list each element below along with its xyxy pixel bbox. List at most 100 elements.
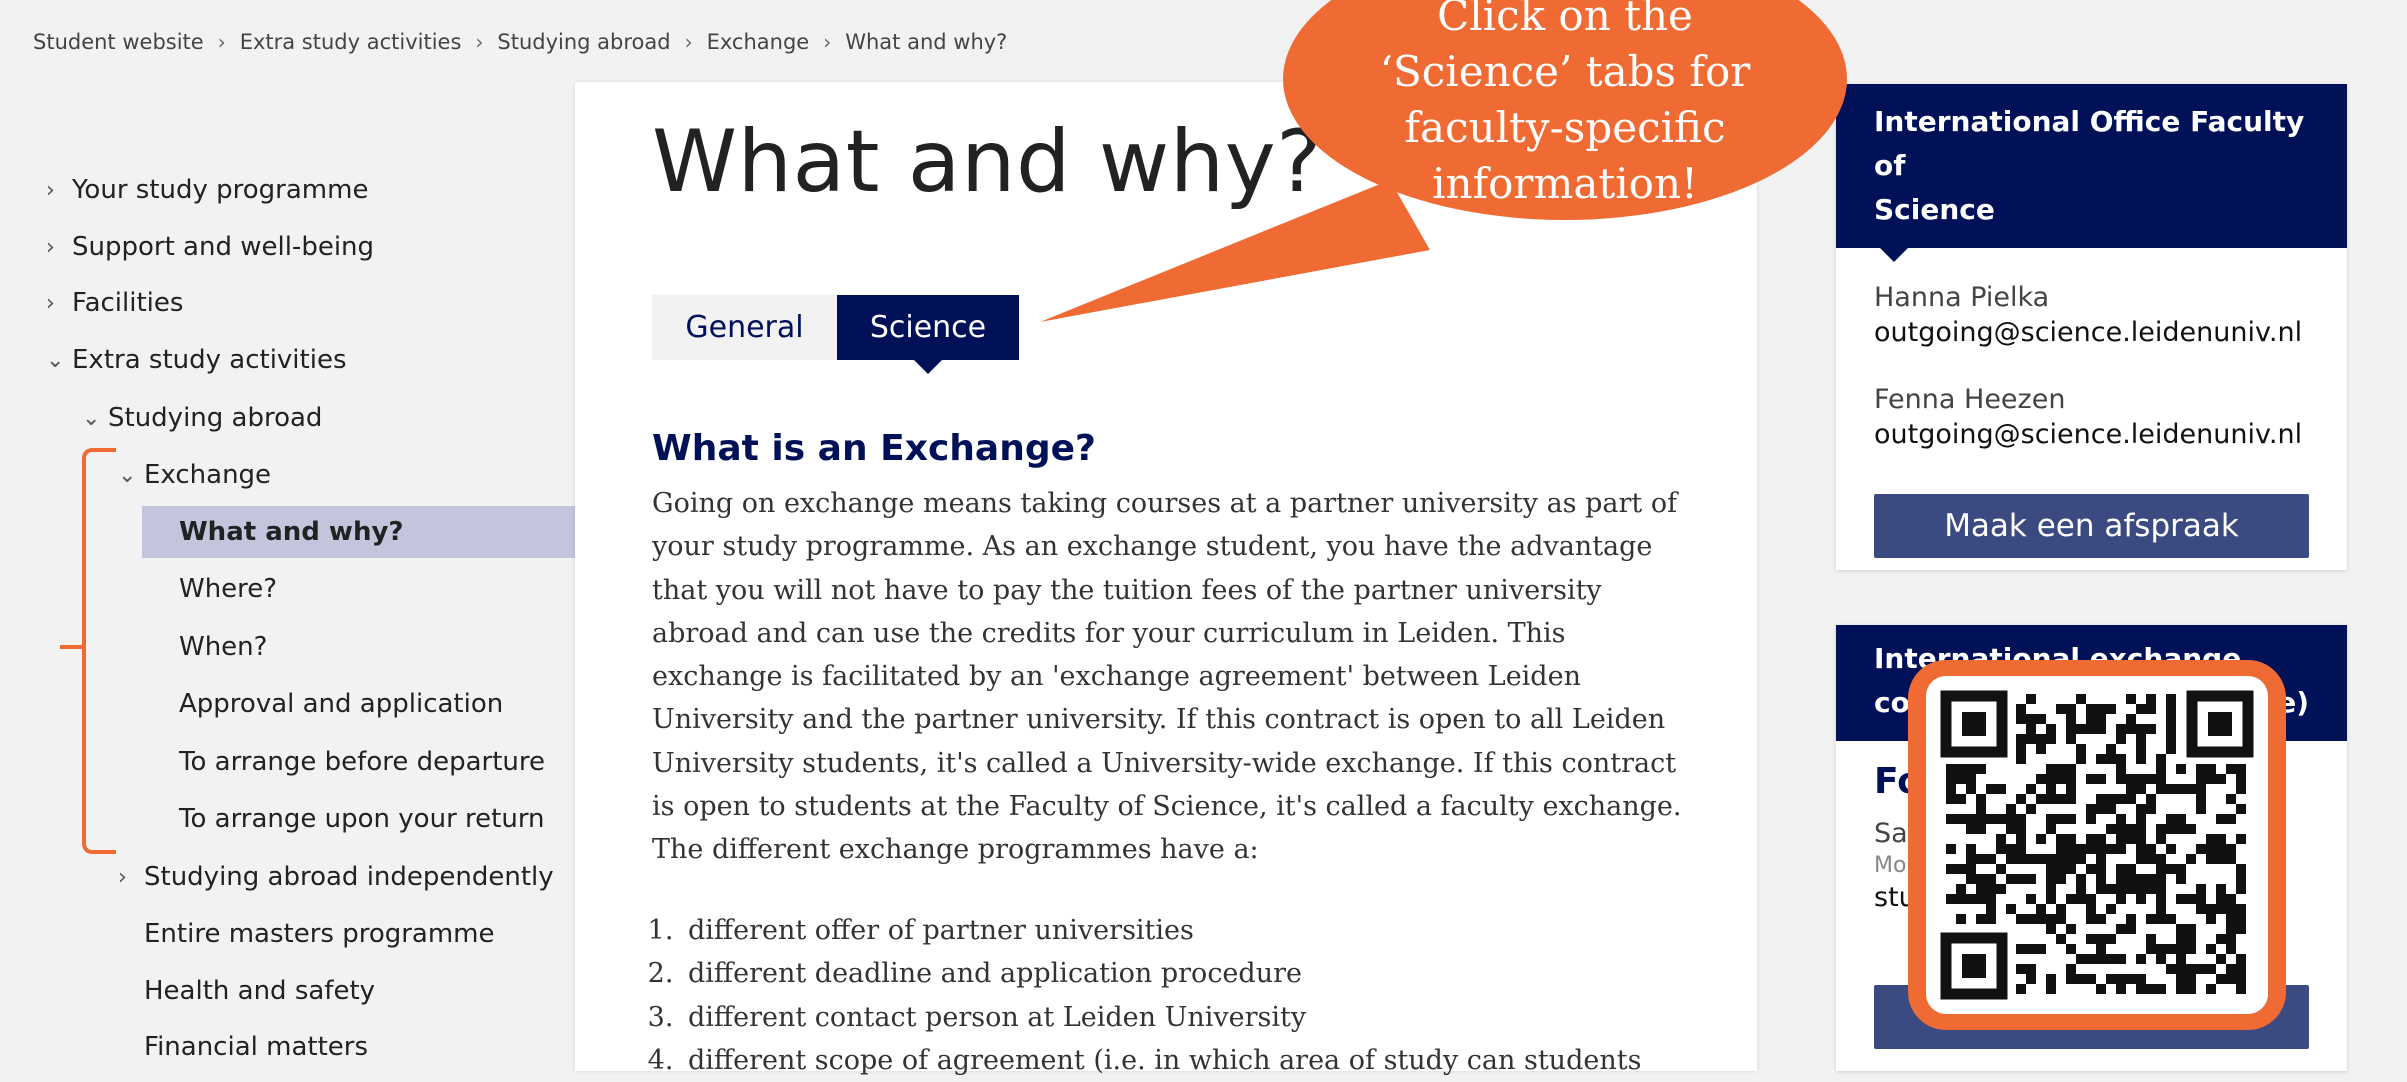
- qr-module: [2176, 814, 2186, 824]
- sidebar-item-upon-return[interactable]: To arrange upon your return: [179, 793, 545, 845]
- qr-module: [2026, 964, 2036, 974]
- qr-module: [2176, 974, 2186, 984]
- sidebar-item-support[interactable]: › Support and well-being: [46, 221, 374, 273]
- qr-module: [2036, 914, 2046, 924]
- qr-module: [2056, 704, 2066, 714]
- sidebar-item-label: To arrange before departure: [179, 747, 546, 777]
- qr-module: [2076, 884, 2086, 894]
- qr-module: [2016, 834, 2026, 844]
- qr-module: [2116, 764, 2126, 774]
- qr-module: [2136, 774, 2146, 784]
- sidebar-item-where[interactable]: Where?: [179, 563, 277, 615]
- sidebar-item-your-study-programme[interactable]: › Your study programme: [46, 164, 368, 216]
- qr-module: [2006, 904, 2016, 914]
- qr-module: [2006, 824, 2016, 834]
- qr-module: [2136, 704, 2146, 714]
- qr-module: [2126, 794, 2136, 804]
- qr-module: [2036, 904, 2046, 914]
- sidebar-item-label: To arrange upon your return: [179, 804, 545, 834]
- qr-module: [2156, 824, 2166, 834]
- qr-module: [2236, 784, 2246, 794]
- qr-module: [2236, 874, 2246, 884]
- breadcrumb-item[interactable]: Studying abroad: [497, 30, 670, 54]
- qr-module: [2166, 864, 2176, 874]
- qr-module: [2146, 934, 2156, 944]
- annotation-bracket: [82, 448, 116, 854]
- qr-module: [2046, 974, 2056, 984]
- qr-module: [2146, 704, 2156, 714]
- qr-module: [2216, 904, 2226, 914]
- qr-module: [2086, 954, 2096, 964]
- breadcrumb-item[interactable]: Student website: [33, 30, 204, 54]
- sidebar-item-health-safety[interactable]: Health and safety: [144, 965, 375, 1017]
- qr-module: [2146, 694, 2156, 704]
- qr-module: [1976, 914, 1986, 924]
- qr-module: [1946, 814, 1956, 824]
- qr-module: [2156, 984, 2166, 994]
- breadcrumb-item[interactable]: Extra study activities: [240, 30, 462, 54]
- breadcrumb-item[interactable]: Exchange: [707, 30, 810, 54]
- qr-module: [2136, 854, 2146, 864]
- qr-module: [2176, 954, 2186, 964]
- qr-module: [2116, 894, 2126, 904]
- qr-module: [2066, 794, 2076, 804]
- qr-module: [1966, 824, 1976, 834]
- sidebar-item-when[interactable]: When?: [179, 621, 267, 673]
- qr-module: [2216, 854, 2226, 864]
- contact-name: Hanna Pielka: [1874, 282, 2050, 313]
- sidebar-item-label: Support and well-being: [72, 232, 375, 262]
- qr-module: [1966, 874, 1976, 884]
- qr-module: [2046, 734, 2056, 744]
- qr-module: [2046, 724, 2056, 734]
- qr-module: [2016, 794, 2026, 804]
- qr-module: [2226, 944, 2236, 954]
- tab-general[interactable]: General: [652, 295, 837, 360]
- qr-module: [1976, 884, 1986, 894]
- qr-module: [2096, 704, 2106, 714]
- qr-module: [2136, 884, 2146, 894]
- sidebar-item-extra-study-activities[interactable]: ⌄ Extra study activities: [46, 334, 347, 386]
- sidebar-item-financial[interactable]: Financial matters: [144, 1021, 368, 1073]
- qr-module: [1966, 864, 1976, 874]
- qr-module: [2126, 694, 2136, 704]
- sidebar-item-exchange[interactable]: ⌄ Exchange: [118, 449, 271, 501]
- qr-module: [2196, 804, 2206, 814]
- contact-email[interactable]: outgoing@science.leidenuniv.nl: [1874, 317, 2309, 348]
- sidebar-item-label: Studying abroad independently: [144, 862, 554, 892]
- sidebar-item-before-departure[interactable]: To arrange before departure: [179, 736, 545, 788]
- qr-module: [2156, 864, 2166, 874]
- qr-module: [2096, 944, 2106, 954]
- qr-module: [1996, 784, 2006, 794]
- qr-module: [2096, 984, 2106, 994]
- qr-module: [2166, 714, 2176, 724]
- sidebar-item-studying-abroad[interactable]: ⌄ Studying abroad: [82, 392, 322, 444]
- sidebar-item-what-and-why[interactable]: What and why?: [142, 506, 575, 558]
- qr-module: [2096, 854, 2106, 864]
- qr-module: [2126, 864, 2136, 874]
- qr-module: [2086, 704, 2096, 714]
- qr-module: [2046, 924, 2056, 934]
- list-item: different contact person at Leiden Unive…: [682, 996, 1742, 1039]
- qr-module: [1986, 904, 1996, 914]
- qr-module: [2016, 754, 2026, 764]
- qr-module: [2136, 974, 2146, 984]
- qr-module: [2036, 794, 2046, 804]
- sidebar-item-entire-masters[interactable]: Entire masters programme: [144, 908, 495, 960]
- sidebar-item-approval[interactable]: Approval and application: [179, 678, 503, 730]
- qr-module: [2216, 834, 2226, 844]
- contact-email[interactable]: outgoing@science.leidenuniv.nl: [1874, 419, 2309, 450]
- sidebar-item-facilities[interactable]: › Facilities: [46, 277, 183, 329]
- tab-science[interactable]: Science: [837, 295, 1019, 374]
- sidebar-item-abroad-independently[interactable]: › Studying abroad independently: [118, 851, 554, 903]
- qr-module: [2066, 704, 2076, 714]
- qr-module: [2016, 854, 2026, 864]
- make-appointment-button[interactable]: Maak een afspraak: [1874, 494, 2309, 558]
- qr-module: [2046, 794, 2056, 804]
- qr-module: [2196, 894, 2206, 904]
- qr-module: [2106, 804, 2116, 814]
- qr-module: [2236, 954, 2246, 964]
- qr-module: [2026, 724, 2036, 734]
- qr-module: [1956, 914, 1966, 924]
- section-heading: What is an Exchange?: [652, 428, 1096, 469]
- list-item: different scope of agreement (i.e. in wh…: [682, 1039, 1742, 1082]
